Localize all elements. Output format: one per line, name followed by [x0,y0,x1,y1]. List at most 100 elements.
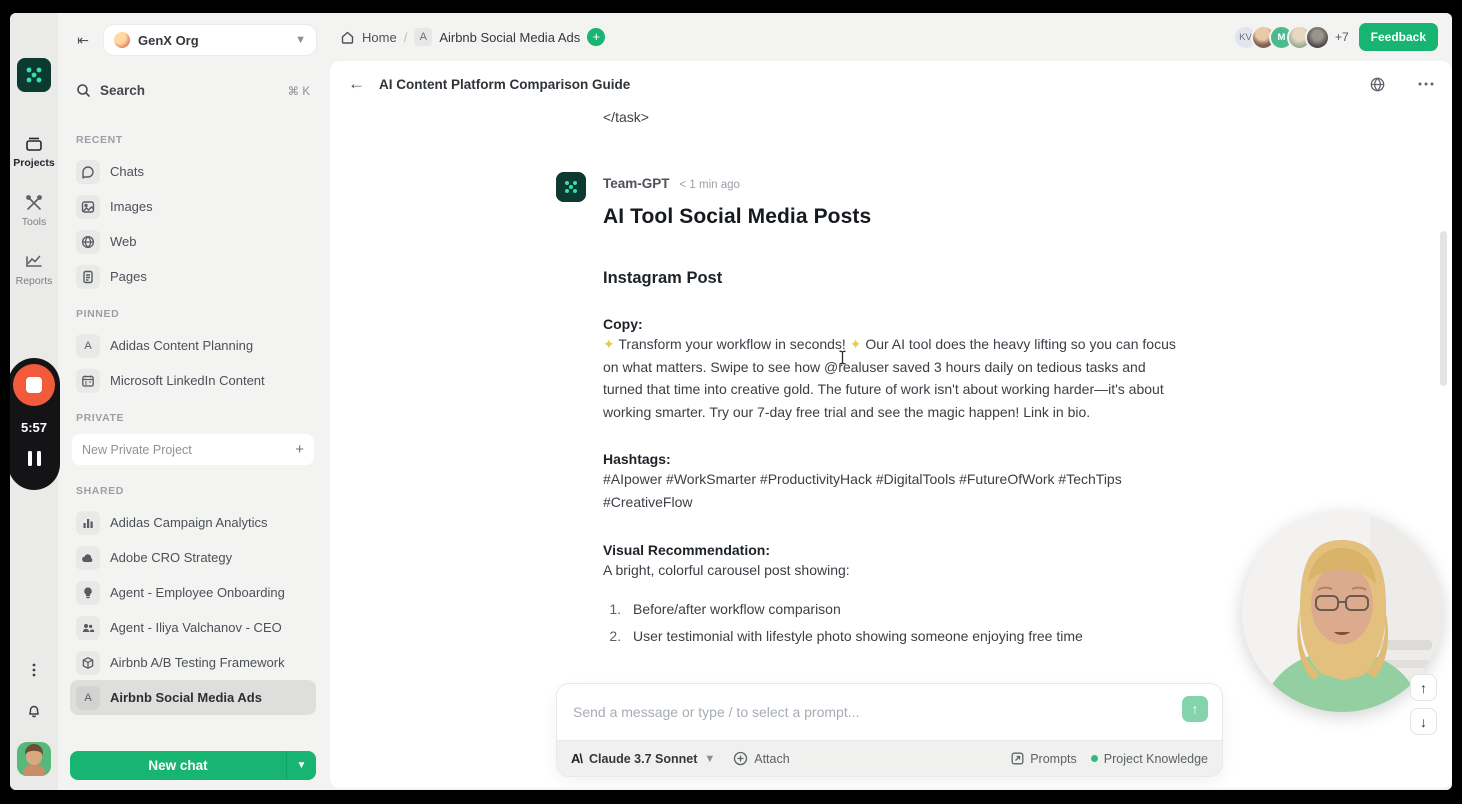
org-avatar-icon [114,32,130,48]
user-avatar[interactable] [17,742,51,776]
visual-recommendation-list: 1. Before/after workflow comparison 2. U… [603,601,1188,644]
send-arrow-icon: ↑ [1191,701,1199,717]
sparkle-icon: ✦ [603,336,615,352]
sidebar-item-adidas-content-planning[interactable]: A Adidas Content Planning [70,328,316,363]
message-input[interactable] [573,704,1182,720]
back-arrow-icon[interactable]: ← [348,74,365,94]
section-title-recent: RECENT [76,134,123,146]
calendar-icon [76,368,100,393]
scrollbar-thumb[interactable] [1440,231,1447,386]
chat-icon [76,159,100,184]
sidebar-item-adidas-campaign-analytics[interactable]: Adidas Campaign Analytics [70,505,316,540]
scroll-up-button[interactable]: ↑ [1410,674,1437,701]
member-avatars[interactable]: KV M +7 [1232,24,1349,50]
home-icon[interactable] [340,30,355,45]
stop-icon [26,377,42,393]
scroll-down-button[interactable]: ↓ [1410,708,1437,735]
sidebar-item-microsoft-linkedin-content[interactable]: Microsoft LinkedIn Content [70,363,316,398]
project-knowledge-button[interactable]: Project Knowledge [1090,752,1208,766]
bar-chart-icon [76,510,100,535]
task-close-tag: </task> [603,109,649,125]
letter-a-badge: A [76,333,100,358]
attach-button[interactable]: Attach [733,751,790,766]
list-item: 1. Before/after workflow comparison [609,601,841,618]
claude-logo-icon: A\ [571,751,583,766]
visual-intro: A bright, colorful carousel post showing… [603,561,850,578]
rail-item-reports[interactable]: Reports [15,252,53,287]
copy-text: ✦ Transform your workflow in seconds! ✦ … [603,336,1176,420]
screen-recorder-widget: 5:57 [10,358,60,490]
rail-item-projects[interactable]: Projects [13,134,55,169]
section-title-private: PRIVATE [76,412,125,424]
sidebar: ⇤ GenX Org ▼ Search ⌘ K RECENT Chats Ima… [58,13,328,790]
new-private-project-label: New Private Project [82,442,192,457]
sparkle-icon: ✦ [849,336,862,352]
sidebar-item-agent-iliya-valchanov-ceo[interactable]: Agent - Iliya Valchanov - CEO [70,610,316,645]
message-heading: AI Tool Social Media Posts [603,205,872,228]
new-chat-dropdown-button[interactable]: ▼ [286,751,316,780]
rail-item-tools[interactable]: Tools [21,193,47,228]
breadcrumb-home[interactable]: Home [362,30,397,45]
pause-recording-button[interactable] [27,451,41,466]
globe-icon [76,229,100,254]
share-globe-icon[interactable] [1369,76,1386,93]
org-selector[interactable]: GenX Org ▼ [104,25,316,55]
more-options-ellipsis-icon[interactable] [1418,82,1434,86]
chevron-down-icon: ▼ [296,760,307,771]
lightbulb-icon [76,580,100,605]
hashtags-label: Hashtags: [603,451,671,468]
prompts-icon [1011,752,1024,765]
new-chat-button[interactable]: New chat [70,751,286,780]
notifications-bell-icon[interactable] [24,700,44,720]
rail-item-label: Reports [15,275,53,287]
feedback-button[interactable]: Feedback [1358,23,1438,51]
image-icon [76,194,100,219]
message-timestamp: < 1 min ago [679,179,740,191]
visual-recommendation-label: Visual Recommendation: [603,541,771,558]
team-gpt-avatar-icon [556,172,586,202]
avatar [1304,24,1330,50]
sidebar-item-web[interactable]: Web [70,224,316,259]
avatar-overflow-count: +7 [1334,30,1349,44]
sidebar-item-images[interactable]: Images [70,189,316,224]
tools-icon [24,193,44,213]
search-label: Search [100,83,146,98]
attach-plus-icon [733,751,748,766]
search-button[interactable]: Search ⌘ K [70,77,316,104]
breadcrumb: Home / A Airbnb Social Media Ads + [340,28,606,46]
new-chat-plus-icon[interactable]: + [587,28,606,46]
list-item: 2. User testimonial with lifestyle photo… [609,628,1083,645]
model-selector[interactable]: A\ Claude 3.7 Sonnet ▼ [571,751,715,766]
add-private-project-icon[interactable]: + [295,441,304,458]
model-name: Claude 3.7 Sonnet [589,751,698,766]
breadcrumb-current[interactable]: Airbnb Social Media Ads [439,30,580,45]
chevron-down-icon: ▼ [704,752,716,765]
team-gpt-logo-icon[interactable] [17,58,51,92]
message-composer: ↑ A\ Claude 3.7 Sonnet ▼ Attach [557,684,1222,776]
send-button[interactable]: ↑ [1182,696,1208,722]
page-icon [76,264,100,289]
rail-item-label: Tools [21,216,47,228]
stop-recording-button[interactable] [13,364,55,406]
project-letter-badge: A [414,28,433,46]
text-cursor [838,350,847,365]
collapse-sidebar-button[interactable]: ⇤ [70,27,96,53]
knowledge-status-dot-icon [1090,755,1098,762]
search-shortcut: ⌘ K [287,85,310,98]
prompts-button[interactable]: Prompts [1011,752,1077,766]
sidebar-item-chats[interactable]: Chats [70,154,316,189]
rail-item-label: Projects [13,157,55,169]
more-options-kebab-icon[interactable] [27,662,41,678]
chat-header: ← AI Content Platform Comparison Guide [330,61,1452,107]
section-title-shared: SHARED [76,485,124,497]
sidebar-item-airbnb-social-media-ads[interactable]: A Airbnb Social Media Ads [70,680,316,715]
new-private-project-row[interactable]: New Private Project + [72,434,314,465]
arrow-up-icon: ↑ [1420,679,1427,696]
sidebar-item-pages[interactable]: Pages [70,259,316,294]
sidebar-item-adobe-cro-strategy[interactable]: Adobe CRO Strategy [70,540,316,575]
hashtags-text: #AIpower #WorkSmarter #ProductivityHack … [603,471,1122,510]
sidebar-item-agent-employee-onboarding[interactable]: Agent - Employee Onboarding [70,575,316,610]
org-name: GenX Org [138,32,199,48]
sidebar-item-airbnb-ab-testing-framework[interactable]: Airbnb A/B Testing Framework [70,645,316,680]
search-icon [76,83,91,98]
